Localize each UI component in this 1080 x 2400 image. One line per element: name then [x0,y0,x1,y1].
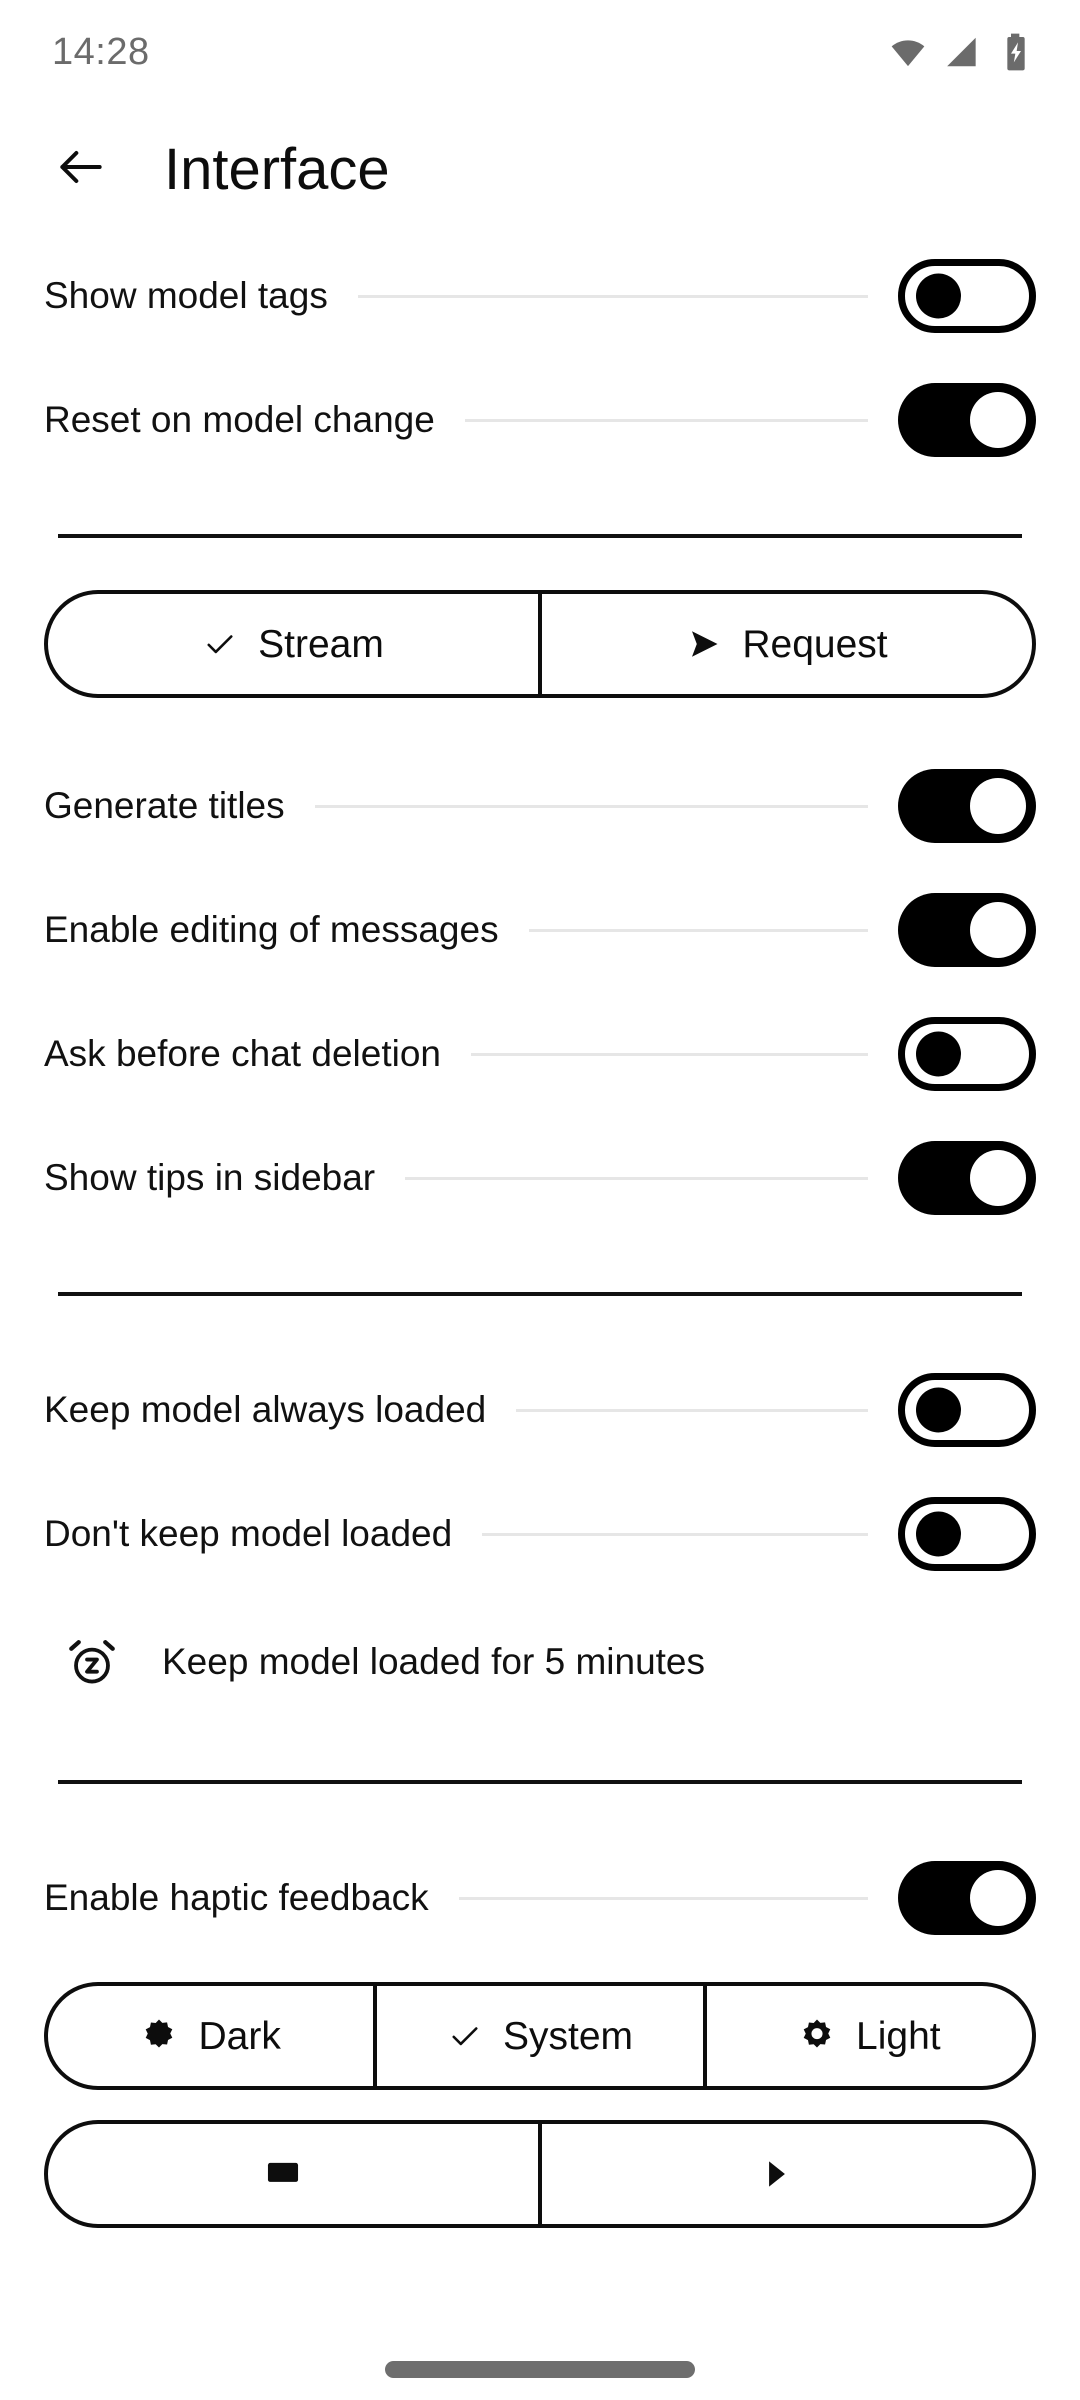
sun-icon [798,2017,836,2055]
setting-label: Reset on model change [44,399,435,440]
segment-bottom-left[interactable] [48,2124,542,2224]
leader-line [314,804,868,808]
leader-line [528,928,868,932]
section-divider-3 [58,1780,1022,1784]
toggle-enable-editing-of-messages[interactable] [898,893,1036,967]
check-icon [202,626,238,662]
setting-row-keep-model-always-loaded[interactable]: Keep model always loaded [44,1348,1036,1472]
leader-line [405,1176,868,1180]
section-divider-2 [58,1292,1022,1296]
setting-label: Don't keep model loaded [44,1513,453,1554]
setting-row-enable-editing-of-messages[interactable]: Enable editing of messages [44,868,1036,992]
toggle-ask-before-chat-deletion[interactable] [898,1017,1036,1091]
segment-theme-dark[interactable]: Dark [48,1986,378,2086]
settings-group-four: Enable haptic feedback [44,1836,1036,1960]
battery-charging-icon [998,32,1034,72]
segment-label: Request [742,622,888,666]
toggle-generate-titles[interactable] [898,769,1036,843]
status-bar-clock: 14:28 [52,30,150,73]
status-bar-icons [888,32,1034,72]
check-icon [447,2018,483,2054]
phone-screen: 14:28 Interface Show model tags Reset on… [0,0,1080,2400]
settings-group-one: Show model tags Reset on model change [44,234,1036,482]
wifi-icon [888,32,928,72]
moon-sun-icon [140,2017,178,2055]
settings-content: Show model tags Reset on model change St… [0,234,1080,2228]
settings-group-three: Keep model always loaded Don't keep mode… [44,1348,1036,1728]
back-button[interactable] [44,132,118,206]
device-icon [264,2155,302,2193]
all-icon [758,2155,796,2193]
app-bar: Interface [0,104,1080,234]
theme-selector: Dark System Light [44,1982,1036,2090]
setting-label: Enable editing of messages [44,909,499,950]
send-icon [686,626,722,662]
section-divider-1 [58,534,1022,538]
segment-request[interactable]: Request [542,594,1032,694]
segment-label: Dark [198,2014,281,2058]
setting-label: Show tips in sidebar [44,1157,376,1198]
home-indicator[interactable] [385,2361,695,2378]
toggle-reset-on-model-change[interactable] [898,383,1036,457]
setting-label: Ask before chat deletion [44,1033,441,1074]
toggle-dont-keep-model-loaded[interactable] [898,1497,1036,1571]
setting-row-generate-titles[interactable]: Generate titles [44,744,1036,868]
leader-line [470,1052,868,1056]
toggle-show-tips-in-sidebar[interactable] [898,1141,1036,1215]
leader-line [516,1408,868,1412]
segment-theme-light[interactable]: Light [707,1986,1032,2086]
setting-row-ask-before-chat-deletion[interactable]: Ask before chat deletion [44,992,1036,1116]
arrow-left-icon [53,139,109,200]
segment-stream[interactable]: Stream [48,594,542,694]
segment-theme-system[interactable]: System [377,1986,707,2086]
setting-row-show-tips-in-sidebar[interactable]: Show tips in sidebar [44,1116,1036,1240]
segment-label: System [502,2014,633,2058]
setting-label: Enable haptic feedback [44,1877,429,1918]
leader-line [458,1896,868,1900]
status-bar: 14:28 [0,0,1080,104]
setting-row-enable-haptic-feedback[interactable]: Enable haptic feedback [44,1836,1036,1960]
setting-label: Keep model always loaded [44,1389,487,1430]
mode-selector: Stream Request [44,590,1036,698]
toggle-enable-haptic-feedback[interactable] [898,1861,1036,1935]
leader-line [482,1532,868,1536]
setting-row-dont-keep-model-loaded[interactable]: Don't keep model loaded [44,1472,1036,1596]
bottom-selector [44,2120,1036,2228]
alarm-snooze-icon [62,1632,122,1692]
page-title: Interface [164,136,390,202]
leader-line [464,418,868,422]
leader-line [357,294,868,298]
cellular-signal-icon [944,33,982,71]
setting-label: Show model tags [44,275,328,316]
toggle-show-model-tags[interactable] [898,259,1036,333]
segment-label: Stream [258,622,384,666]
settings-group-two: Generate titles Enable editing of messag… [44,744,1036,1240]
segment-label: Light [856,2014,941,2058]
keep-model-loaded-duration-row[interactable]: Keep model loaded for 5 minutes [44,1596,1036,1728]
setting-row-show-model-tags[interactable]: Show model tags [44,234,1036,358]
setting-row-reset-on-model-change[interactable]: Reset on model change [44,358,1036,482]
keep-model-loaded-duration-label: Keep model loaded for 5 minutes [162,1641,706,1682]
toggle-keep-model-always-loaded[interactable] [898,1373,1036,1447]
segment-bottom-right[interactable] [542,2124,1032,2224]
setting-label: Generate titles [44,785,285,826]
